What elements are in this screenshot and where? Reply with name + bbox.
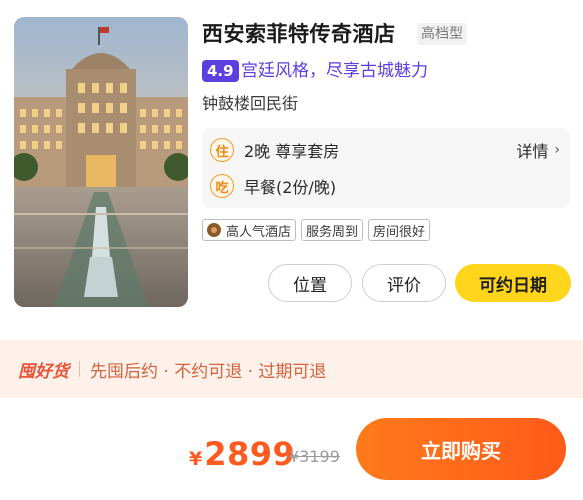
feature-tag: 房间很好 bbox=[368, 219, 431, 241]
hotel-grade-badge: 高档型 bbox=[417, 23, 467, 45]
rating-score-badge: 4.9 bbox=[202, 60, 239, 82]
chevron-right-icon: › bbox=[554, 142, 560, 158]
hotel-slogan: 宫廷风格，尽享古城魅力 bbox=[241, 61, 428, 81]
package-detail-link[interactable]: 详情 › bbox=[516, 138, 560, 162]
feature-tags: 高人气酒店 服务周到 房间很好 bbox=[202, 219, 431, 241]
package-meal-text: 早餐(2份/晚) bbox=[244, 178, 337, 197]
buy-now-button[interactable]: 立即购买 bbox=[356, 418, 566, 480]
review-button[interactable]: 评价 bbox=[362, 264, 446, 302]
original-price: ¥3199 bbox=[289, 447, 340, 466]
package-summary[interactable]: 住 2晚 尊享套房 详情 › 吃 早餐(2份/晚) bbox=[202, 128, 570, 208]
purchase-bar: ¥ 2899 ¥3199 立即购买 bbox=[0, 398, 583, 500]
promo-brand: 囤好货 bbox=[18, 361, 69, 382]
feature-tag: 服务周到 bbox=[301, 219, 364, 241]
stay-icon: 住 bbox=[210, 138, 234, 162]
hotel-name: 西安索菲特传奇酒店 bbox=[202, 22, 396, 46]
medal-icon bbox=[207, 223, 221, 237]
current-price: ¥ 2899 bbox=[189, 435, 295, 473]
hotel-card[interactable]: 西安索菲特传奇酒店 高档型 4.9 宫廷风格，尽享古城魅力 钟鼓楼回民街 住 2… bbox=[0, 0, 583, 340]
promo-text: 先囤后约 · 不约可退 · 过期可退 bbox=[90, 361, 327, 382]
location-button[interactable]: 位置 bbox=[268, 264, 352, 302]
package-detail-label: 详情 bbox=[516, 142, 549, 161]
promo-divider bbox=[79, 361, 80, 377]
available-dates-button[interactable]: 可约日期 bbox=[455, 264, 571, 302]
package-stay-row: 住 2晚 尊享套房 bbox=[210, 137, 339, 163]
currency-symbol: ¥ bbox=[189, 448, 203, 470]
feature-tag: 高人气酒店 bbox=[202, 219, 297, 241]
package-stay-text: 2晚 尊享套房 bbox=[244, 142, 340, 161]
hotel-photo[interactable] bbox=[14, 17, 188, 307]
promo-banner: 囤好货 先囤后约 · 不约可退 · 过期可退 bbox=[0, 340, 583, 398]
hotel-location: 钟鼓楼回民街 bbox=[202, 94, 299, 113]
package-meal-row: 吃 早餐(2份/晚) bbox=[210, 173, 336, 199]
meal-icon: 吃 bbox=[210, 174, 234, 198]
price-amount: 2899 bbox=[204, 435, 296, 473]
